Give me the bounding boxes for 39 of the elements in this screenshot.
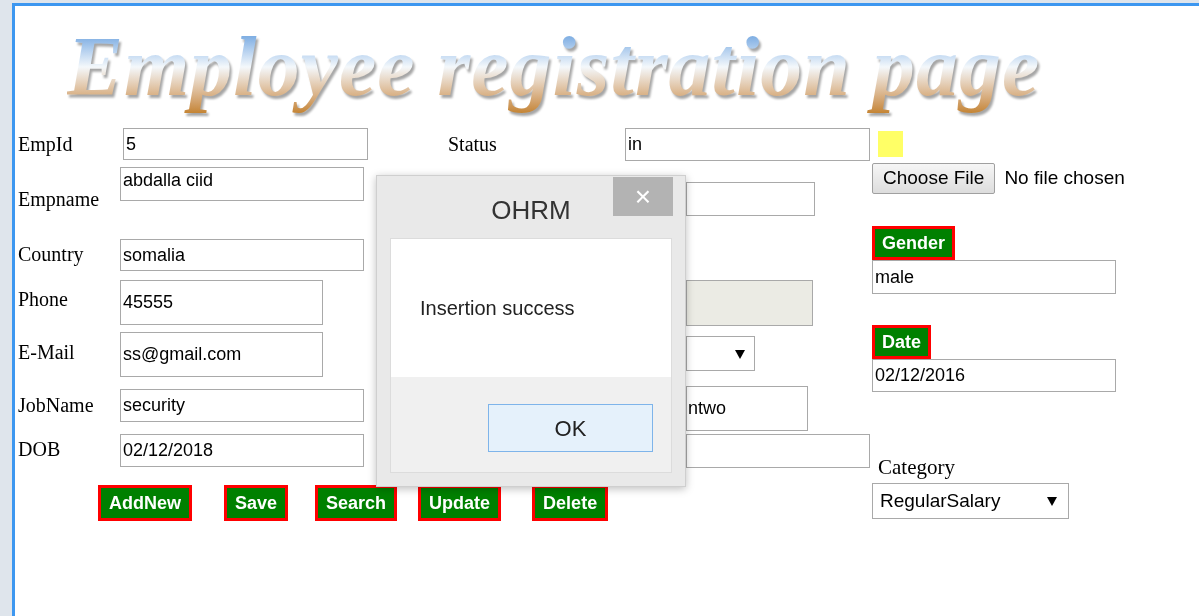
ok-button[interactable]: OK	[488, 404, 653, 452]
choose-file-button[interactable]: Choose File	[872, 163, 996, 194]
text-field[interactable]: security	[120, 389, 364, 422]
dropdown[interactable]	[686, 336, 755, 371]
text-field[interactable]: ntwo	[686, 386, 808, 431]
field-label: DOB	[18, 437, 62, 462]
action-button[interactable]: Delete	[532, 485, 609, 521]
text-field[interactable]: abdalla ciid	[120, 167, 364, 201]
field-label: Phone	[18, 287, 69, 312]
text-field[interactable]: somalia	[120, 239, 364, 271]
section-label: Gender	[872, 226, 956, 260]
field-label: Country	[18, 242, 85, 268]
action-button[interactable]: Search	[315, 485, 398, 521]
caret-icon	[734, 347, 746, 360]
field-label: Category	[878, 454, 955, 480]
action-button[interactable]: Save	[224, 485, 289, 521]
caret-icon	[1046, 495, 1058, 507]
text-field[interactable]: male	[872, 260, 1116, 294]
field-label: Status	[448, 132, 498, 156]
action-button[interactable]: AddNew	[98, 485, 192, 521]
field-label: E-Mail	[18, 340, 76, 365]
field-label: EmpId	[18, 132, 74, 158]
section-label: Date	[872, 325, 931, 359]
text-field[interactable]	[686, 182, 815, 216]
dropdown[interactable]: RegularSalary	[872, 483, 1069, 519]
text-field[interactable]: in	[625, 128, 870, 161]
file-status: No file chosen	[1004, 166, 1125, 191]
text-field[interactable]: 45555	[120, 280, 323, 325]
text-field[interactable]: ss@gmail.com	[120, 332, 323, 377]
field-label: Empname	[18, 187, 101, 213]
text-field[interactable]: 02/12/2018	[120, 434, 364, 467]
action-button[interactable]: Update	[418, 485, 502, 521]
text-field[interactable]	[686, 434, 870, 468]
text-field[interactable]: 02/12/2016	[872, 359, 1116, 392]
field-label: JobName	[18, 393, 95, 418]
dialog-message: Insertion success	[420, 296, 575, 321]
text-field[interactable]: 5	[123, 128, 368, 160]
dialog-title: OHRM	[491, 193, 571, 227]
color-swatch	[878, 131, 903, 157]
